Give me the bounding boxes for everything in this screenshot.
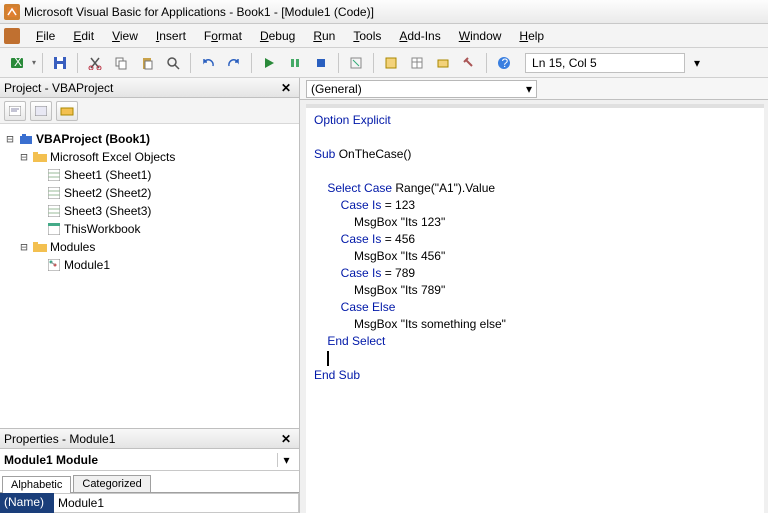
project-toolbar xyxy=(0,98,299,124)
cut-icon[interactable] xyxy=(84,52,106,74)
project-explorer-icon[interactable] xyxy=(380,52,402,74)
title-bar: Microsoft Visual Basic for Applications … xyxy=(0,0,768,24)
excel-vba-icon xyxy=(4,28,20,44)
sheet-icon xyxy=(46,168,62,182)
tree-excel-objects[interactable]: Microsoft Excel Objects xyxy=(50,150,175,164)
break-icon[interactable] xyxy=(284,52,306,74)
code-editor[interactable]: Option Explicit Sub OnTheCase() Select C… xyxy=(306,104,764,513)
menu-window[interactable]: Window xyxy=(451,27,510,45)
prop-name-value[interactable]: Module1 xyxy=(54,493,299,513)
toggle-folders-icon[interactable] xyxy=(56,101,78,121)
view-code-icon[interactable] xyxy=(4,101,26,121)
project-panel-close-icon[interactable]: ✕ xyxy=(277,81,295,95)
tree-thisworkbook[interactable]: ThisWorkbook xyxy=(64,222,140,236)
project-panel-header: Project - VBAProject ✕ xyxy=(0,78,299,98)
properties-panel-title: Properties - Module1 xyxy=(4,432,115,446)
object-combo-value: (General) xyxy=(311,82,362,96)
find-icon[interactable] xyxy=(162,52,184,74)
view-excel-icon[interactable]: X xyxy=(6,52,28,74)
properties-object-selector[interactable]: Module1 Module xyxy=(4,453,277,467)
menu-bar: File Edit View Insert Format Debug Run T… xyxy=(0,24,768,48)
sheet-icon xyxy=(46,204,62,218)
design-mode-icon[interactable] xyxy=(345,52,367,74)
properties-window-icon[interactable] xyxy=(406,52,428,74)
tab-alphabetic[interactable]: Alphabetic xyxy=(2,476,71,493)
workspace: Project - VBAProject ✕ ⊟VBAProject (Book… xyxy=(0,78,768,513)
save-icon[interactable] xyxy=(49,52,71,74)
prop-name-label: (Name) xyxy=(0,493,54,513)
toolbar-options-dropdown[interactable]: ▾ xyxy=(689,56,705,70)
tree-modules[interactable]: Modules xyxy=(50,240,95,254)
sheet-icon xyxy=(46,186,62,200)
undo-icon[interactable] xyxy=(197,52,219,74)
redo-icon[interactable] xyxy=(223,52,245,74)
menu-help[interactable]: Help xyxy=(511,27,552,45)
folder-icon xyxy=(32,240,48,254)
menu-run[interactable]: Run xyxy=(305,27,343,45)
left-column: Project - VBAProject ✕ ⊟VBAProject (Book… xyxy=(0,78,300,513)
tree-root[interactable]: VBAProject (Book1) xyxy=(36,132,150,146)
menu-file[interactable]: File xyxy=(28,27,63,45)
module-icon xyxy=(46,258,62,272)
project-panel-title: Project - VBAProject xyxy=(4,81,113,95)
properties-object-dropdown-icon[interactable]: ▾ xyxy=(277,453,295,467)
menu-tools[interactable]: Tools xyxy=(345,27,389,45)
object-combo[interactable]: (General) ▾ xyxy=(306,80,537,98)
menu-edit[interactable]: Edit xyxy=(65,27,102,45)
svg-text:X: X xyxy=(14,56,22,69)
copy-icon[interactable] xyxy=(110,52,132,74)
menu-insert[interactable]: Insert xyxy=(148,27,194,45)
properties-panel-header: Properties - Module1 ✕ xyxy=(0,429,299,449)
project-icon xyxy=(18,132,34,146)
code-pane: (General) ▾ Option Explicit Sub OnTheCas… xyxy=(300,78,768,513)
paste-icon[interactable] xyxy=(136,52,158,74)
menu-format[interactable]: Format xyxy=(196,27,250,45)
reset-icon[interactable] xyxy=(310,52,332,74)
properties-panel: Properties - Module1 ✕ Module1 Module ▾ … xyxy=(0,428,299,513)
properties-panel-close-icon[interactable]: ✕ xyxy=(277,432,295,446)
workbook-icon xyxy=(46,222,62,236)
menu-addins[interactable]: Add-Ins xyxy=(391,27,448,45)
cursor-position-indicator: Ln 15, Col 5 xyxy=(525,53,685,73)
run-icon[interactable] xyxy=(258,52,280,74)
menu-view[interactable]: View xyxy=(104,27,146,45)
vba-app-icon xyxy=(4,4,20,20)
tree-sheet2[interactable]: Sheet2 (Sheet2) xyxy=(64,186,151,200)
project-tree[interactable]: ⊟VBAProject (Book1) ⊟Microsoft Excel Obj… xyxy=(0,124,299,428)
tree-module1[interactable]: Module1 xyxy=(64,258,110,272)
tree-sheet1[interactable]: Sheet1 (Sheet1) xyxy=(64,168,151,182)
menu-debug[interactable]: Debug xyxy=(252,27,303,45)
window-title: Microsoft Visual Basic for Applications … xyxy=(24,5,374,19)
folder-icon xyxy=(32,150,48,164)
help-icon[interactable]: ? xyxy=(493,52,515,74)
standard-toolbar: X ▾ ? Ln 15, Col 5 ▾ xyxy=(0,48,768,78)
tab-categorized[interactable]: Categorized xyxy=(73,475,150,492)
view-object-icon[interactable] xyxy=(30,101,52,121)
toolbox-icon[interactable] xyxy=(458,52,480,74)
chevron-down-icon: ▾ xyxy=(526,82,532,96)
object-browser-icon[interactable] xyxy=(432,52,454,74)
svg-text:?: ? xyxy=(502,56,509,70)
text-cursor xyxy=(327,351,329,366)
tree-sheet3[interactable]: Sheet3 (Sheet3) xyxy=(64,204,151,218)
